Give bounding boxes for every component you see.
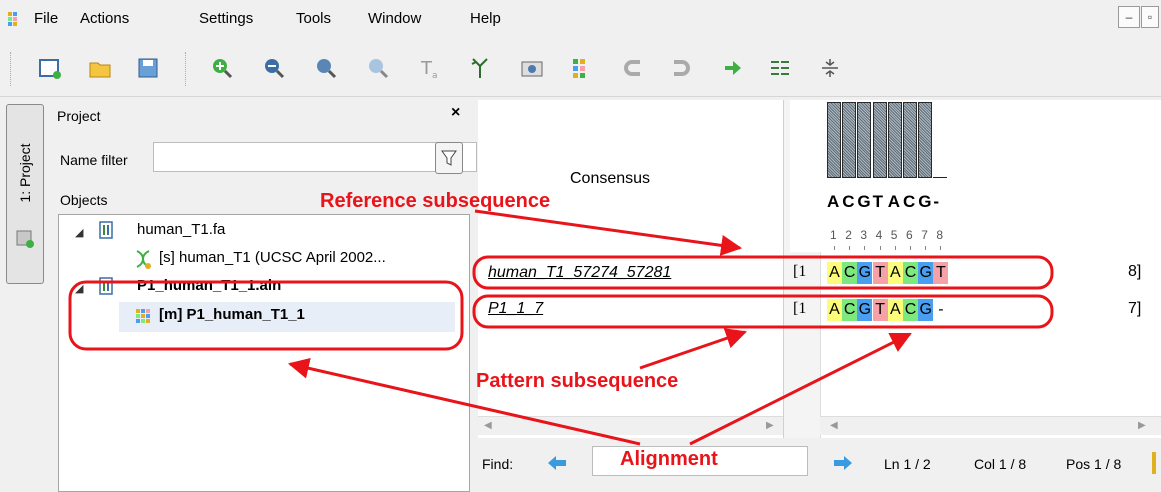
alignment-object-highlight — [68, 280, 464, 351]
pattern-arrow — [639, 328, 747, 370]
alignment-arrow-right — [689, 332, 912, 446]
reference-annotation: Reference subsequence — [320, 190, 551, 212]
annotation-overlay — [68, 209, 1054, 446]
pattern-annotation: Pattern subsequence — [476, 370, 679, 392]
pattern-row-highlight — [472, 294, 1054, 329]
reference-row-highlight — [472, 255, 1054, 290]
alignment-annotation: Alignment — [620, 448, 718, 470]
reference-arrow — [474, 209, 743, 256]
